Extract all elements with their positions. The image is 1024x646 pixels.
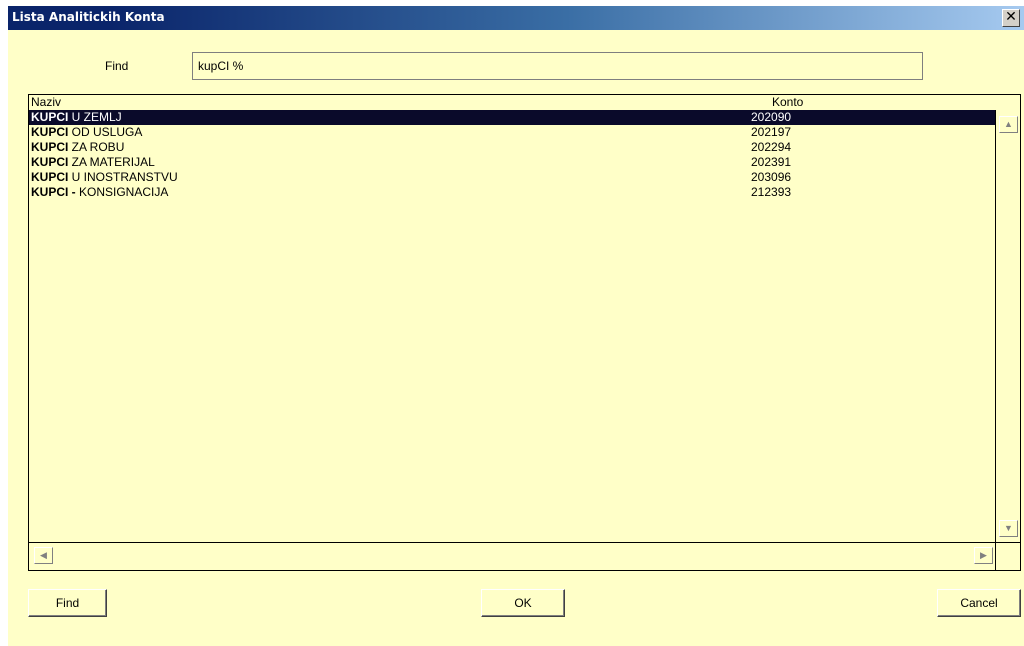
column-header-naziv[interactable]: Naziv <box>31 96 61 109</box>
table-rows: KUPCI U ZEMLJ 202090 KUPCI OD USLUGA 202… <box>29 110 995 543</box>
table-row[interactable]: KUPCI U INOSTRANSTVU 203096 <box>29 170 995 185</box>
row-name: KUPCI ZA ROBU <box>31 140 124 155</box>
find-label: Find <box>105 59 129 73</box>
horizontal-scrollbar[interactable]: ◀ ▶ <box>29 542 995 570</box>
table-row[interactable]: KUPCI U ZEMLJ 202090 <box>29 110 995 125</box>
close-icon: ✕ <box>1005 9 1017 25</box>
row-name: KUPCI ZA MATERIJAL <box>31 155 155 170</box>
row-konto: 202090 <box>751 110 792 124</box>
account-list: Naziv Konto KUPCI U ZEMLJ 202090 KUPCI O… <box>28 94 1021 571</box>
scroll-up-button[interactable]: ▲ <box>999 116 1018 133</box>
column-header-konto[interactable]: Konto <box>772 96 803 109</box>
row-name-prefix: KUPCI <box>31 125 69 139</box>
row-name: KUPCI - KONSIGNACIJA <box>31 185 168 200</box>
row-name-prefix: KUPCI <box>31 155 69 169</box>
row-name-rest: U ZEMLJ <box>68 110 122 124</box>
row-name-prefix: KUPCI <box>31 170 69 184</box>
vertical-scrollbar[interactable]: ▲ ▼ <box>995 110 1020 542</box>
table-row[interactable]: KUPCI OD USLUGA 202197 <box>29 125 995 140</box>
scroll-right-button[interactable]: ▶ <box>974 547 993 564</box>
row-name-rest: U INOSTRANSTVU <box>68 170 178 184</box>
row-name-prefix: KUPCI <box>31 140 69 154</box>
window-title: Lista Analitickih Konta <box>12 10 165 24</box>
row-konto: 202197 <box>751 125 792 139</box>
row-konto: 203096 <box>751 170 792 184</box>
row-name: KUPCI OD USLUGA <box>31 125 142 140</box>
row-name-rest: ZA ROBU <box>68 140 125 154</box>
arrow-up-icon: ▲ <box>1004 119 1013 129</box>
column-headers: Naziv Konto <box>29 95 1020 109</box>
arrow-down-icon: ▼ <box>1004 523 1013 533</box>
row-name-prefix: KUPCI <box>31 110 69 124</box>
row-name: KUPCI U INOSTRANSTVU <box>31 170 178 185</box>
close-button[interactable]: ✕ <box>1002 9 1020 27</box>
account-list-dialog: Lista Analitickih Konta ✕ Find Naziv Kon… <box>8 6 1024 646</box>
row-konto: 202391 <box>751 155 792 169</box>
arrow-left-icon: ◀ <box>40 550 47 560</box>
row-konto: 212393 <box>751 185 792 199</box>
row-name-rest: KONSIGNACIJA <box>75 185 169 199</box>
row-name: KUPCI U ZEMLJ <box>31 110 122 125</box>
row-name-rest: OD USLUGA <box>68 125 143 139</box>
search-input[interactable] <box>192 52 923 80</box>
title-bar[interactable]: Lista Analitickih Konta ✕ <box>8 6 1024 30</box>
row-name-rest: ZA MATERIJAL <box>68 155 155 169</box>
row-name-prefix: KUPCI - <box>31 185 76 199</box>
table-row[interactable]: KUPCI ZA ROBU 202294 <box>29 140 995 155</box>
arrow-right-icon: ▶ <box>980 550 987 560</box>
table-row[interactable]: KUPCI - KONSIGNACIJA 212393 <box>29 185 995 200</box>
row-konto: 202294 <box>751 140 792 154</box>
find-button[interactable]: Find <box>28 589 107 617</box>
ok-button[interactable]: OK <box>481 589 565 617</box>
scroll-left-button[interactable]: ◀ <box>34 547 53 564</box>
scroll-down-button[interactable]: ▼ <box>999 520 1018 537</box>
table-row[interactable]: KUPCI ZA MATERIJAL 202391 <box>29 155 995 170</box>
cancel-button[interactable]: Cancel <box>937 589 1021 617</box>
scrollbar-corner <box>995 542 1020 570</box>
